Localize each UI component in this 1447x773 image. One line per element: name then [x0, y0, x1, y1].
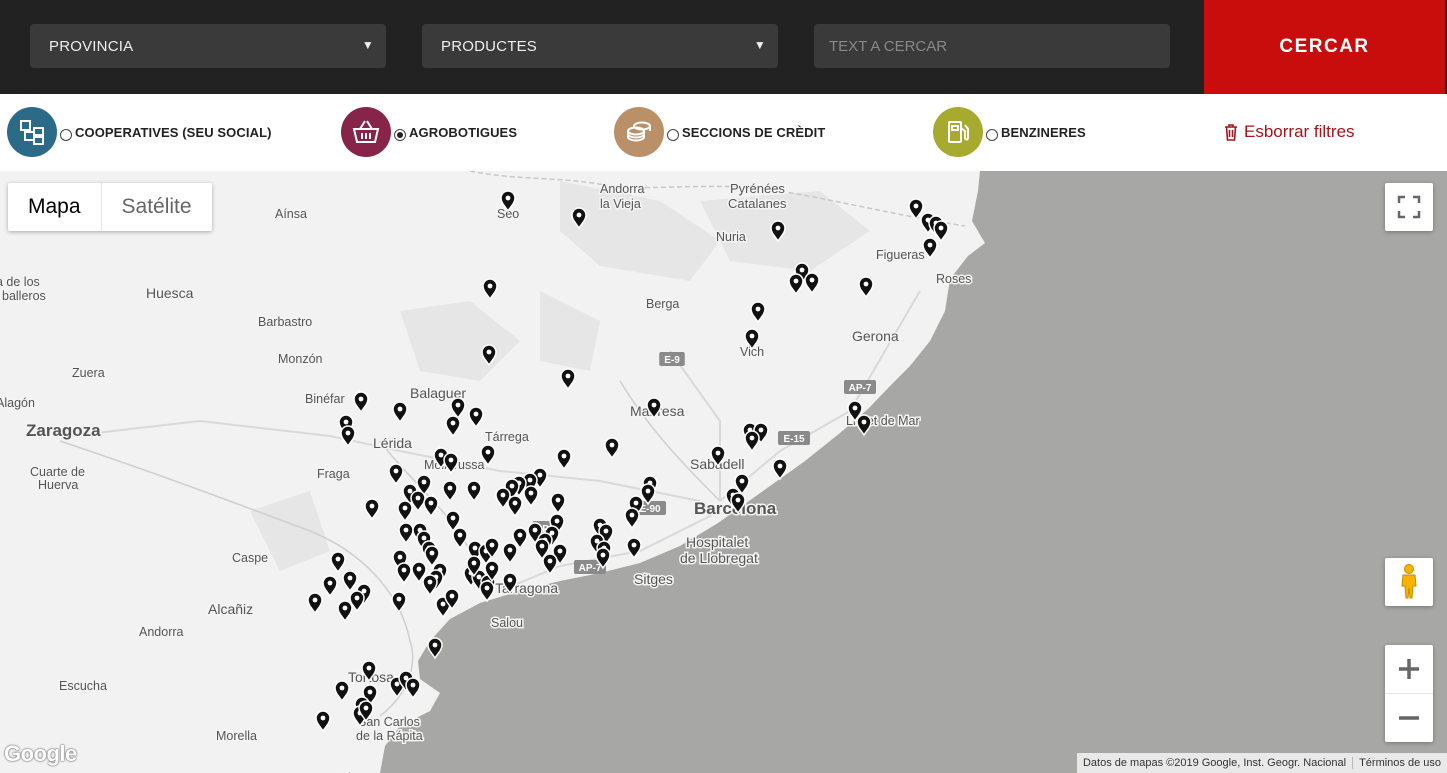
province-select-value: PROVINCIA — [49, 38, 134, 55]
place-label: Huerva — [38, 478, 78, 492]
place-label: de la Rápita — [356, 729, 423, 743]
filter-seccions-credit[interactable]: SECCIONS DE CRÈDIT — [614, 106, 825, 158]
terms-link[interactable]: Términos de uso — [1353, 757, 1447, 769]
place-label: Monzón — [278, 352, 323, 366]
place-label: Andorra — [600, 182, 645, 196]
plus-icon — [1399, 659, 1419, 679]
place-label: Aínsa — [275, 207, 307, 221]
fullscreen-button[interactable] — [1385, 183, 1433, 231]
products-select[interactable]: PRODUCTES ▼ — [422, 24, 778, 68]
map-view-button[interactable]: Mapa — [8, 183, 102, 231]
map-marker[interactable] — [427, 637, 443, 660]
svg-text:E-9: E-9 — [664, 355, 680, 366]
place-label: Binéfar — [305, 392, 345, 406]
place-label: Alagón — [0, 396, 35, 410]
place-label: Tárrega — [485, 430, 529, 444]
radio-seccions-credit[interactable] — [667, 129, 679, 141]
minus-icon — [1399, 715, 1419, 720]
place-label: Morella — [216, 729, 257, 743]
coins-icon — [614, 107, 664, 157]
pegman-icon — [1401, 564, 1417, 599]
filter-label: SECCIONS DE CRÈDIT — [682, 124, 826, 140]
place-label: balleros — [2, 289, 46, 303]
filter-benzineres[interactable]: BENZINERES — [933, 106, 1086, 158]
radio-cooperatives[interactable] — [60, 129, 72, 141]
province-select[interactable]: PROVINCIA ▼ — [30, 24, 386, 68]
place-label: Andorra — [139, 625, 184, 639]
satellite-view-button[interactable]: Satélite — [102, 183, 212, 231]
search-button[interactable]: CERCAR — [1204, 0, 1445, 94]
place-label: Pyrénées — [730, 181, 785, 196]
place-label: Cuarte de — [30, 465, 85, 479]
fullscreen-icon — [1397, 195, 1421, 219]
radio-agrobotigues[interactable] — [394, 129, 406, 141]
place-label: Sitges — [634, 571, 673, 587]
radio-benzineres[interactable] — [986, 129, 998, 141]
place-label: Escucha — [59, 679, 107, 693]
map-marker[interactable] — [856, 414, 872, 437]
org-chart-icon — [7, 107, 57, 157]
products-select-value: PRODUCTES — [441, 38, 537, 55]
filter-cooperatives[interactable]: COOPERATIVES (SEU SOCIAL) — [7, 106, 272, 158]
place-label: Caspe — [232, 551, 268, 565]
zoom-in-button[interactable] — [1385, 646, 1433, 694]
svg-text:E-15: E-15 — [783, 434, 805, 445]
place-label: Nuria — [716, 230, 746, 244]
filter-label: AGROBOTIGUES — [409, 124, 518, 140]
filter-label: BENZINERES — [1001, 124, 1086, 140]
road-shield: AP-7 — [844, 380, 876, 394]
chevron-down-icon: ▼ — [753, 38, 766, 52]
filter-agrobotigues[interactable]: AGROBOTIGUES — [341, 106, 517, 158]
fuel-pump-icon — [933, 107, 983, 157]
place-label: Catalanes — [728, 196, 787, 211]
clear-filters-label: Esborrar filtres — [1244, 122, 1355, 141]
map-canvas[interactable]: Andorra la Vieja Pyrénées Catalanes Nuria Aín… — [0, 171, 1447, 773]
place-label: Berga — [646, 297, 679, 311]
place-label: Lérida — [373, 435, 412, 451]
map-type-control: Mapa Satélite — [8, 183, 212, 231]
svg-text:AP-7: AP-7 — [849, 383, 872, 394]
basket-icon — [341, 107, 391, 157]
map-layer: Andorrala ViejaPyrénéesCatalanesNuriaAín… — [0, 171, 985, 773]
place-label: Roses — [936, 272, 971, 286]
place-label: Fraga — [317, 467, 350, 481]
place-label: Zaragoza — [26, 421, 101, 440]
zoom-out-button[interactable] — [1385, 694, 1433, 742]
place-label: la Vieja — [600, 197, 641, 211]
trash-icon — [1225, 123, 1237, 141]
road-shield: E-9 — [659, 352, 685, 366]
place-label: Salou — [491, 616, 523, 630]
clear-filters-link[interactable]: Esborrar filtres — [1224, 122, 1355, 142]
search-button-label: CERCAR — [1279, 36, 1370, 57]
search-input[interactable] — [814, 24, 1170, 68]
place-label: Zuera — [72, 366, 105, 380]
place-label: Barbastro — [258, 315, 312, 329]
place-label: Huesca — [146, 285, 194, 301]
attribution-text: Datos de mapas ©2019 Google, Inst. Geogr… — [1082, 757, 1347, 769]
chevron-down-icon: ▼ — [361, 38, 374, 52]
place-label: Figueras — [876, 248, 925, 262]
zoom-control — [1385, 645, 1433, 742]
place-label: Alcañiz — [208, 601, 253, 617]
google-logo: Google — [4, 741, 77, 766]
place-label: Gerona — [852, 328, 899, 344]
place-label: de Llobregat — [680, 550, 758, 566]
street-view-pegman[interactable] — [1385, 558, 1433, 606]
place-label: a de los — [0, 275, 40, 289]
svg-text:AP-7: AP-7 — [579, 563, 602, 574]
top-bar: PROVINCIA ▼ PRODUCTES ▼ CERCAR — [0, 0, 1447, 94]
road-shield: E-15 — [778, 431, 810, 445]
place-label: Hospitalet — [686, 534, 748, 550]
filter-label: COOPERATIVES (SEU SOCIAL) — [75, 124, 272, 140]
map-attribution: Datos de mapas ©2019 Google, Inst. Geogr… — [1076, 753, 1447, 773]
